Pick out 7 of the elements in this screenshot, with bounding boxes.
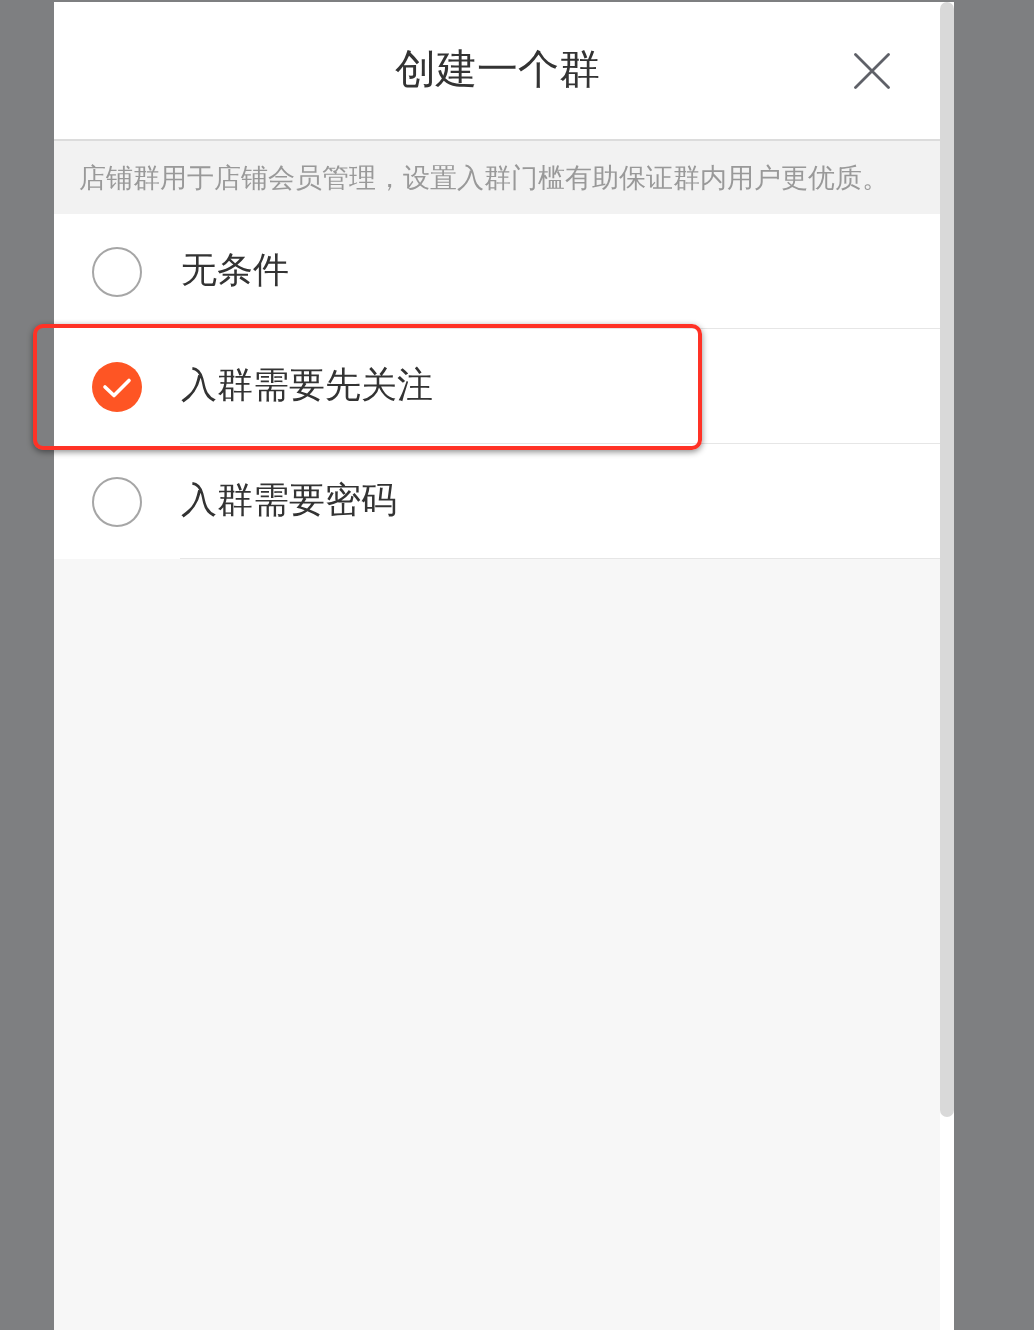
dialog-title: 创建一个群 (394, 44, 600, 95)
close-icon (854, 52, 890, 89)
radio-option[interactable]: 入群需要密码 (54, 444, 940, 559)
radio-option[interactable]: 无条件 (54, 214, 940, 329)
notice-text: 店铺群用于店铺会员管理，设置入群门槛有助保证群内用户更优质。 (54, 141, 940, 214)
scrollbar-thumb[interactable] (940, 2, 954, 1117)
radio-option[interactable]: 入群需要先关注 (54, 329, 940, 444)
